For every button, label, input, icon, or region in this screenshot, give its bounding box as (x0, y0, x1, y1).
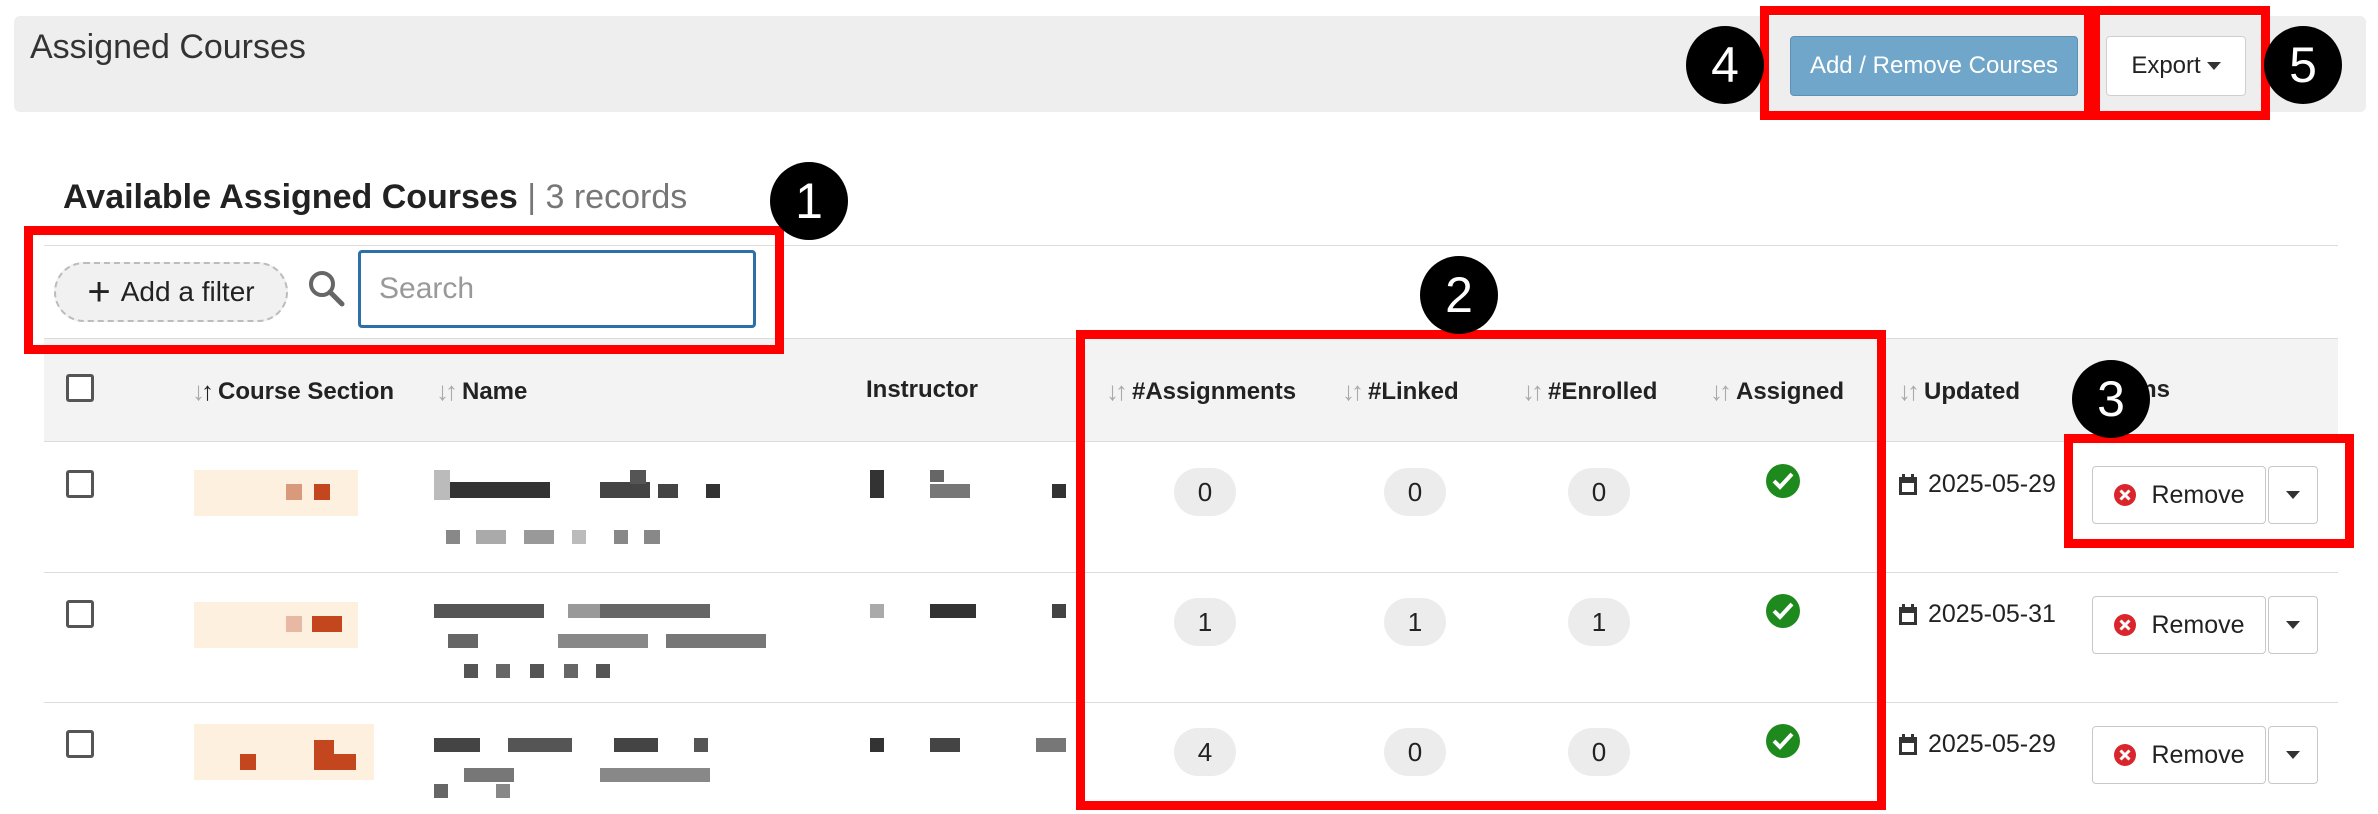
col-updated[interactable]: ↓↑ Updated (1898, 376, 2020, 407)
sort-arrows-icon: ↓↑ (192, 376, 214, 406)
annotation-number-3: 3 (2072, 360, 2150, 438)
calendar-icon (1899, 603, 1917, 625)
calendar-icon (1899, 733, 1917, 755)
course-section-redacted (194, 602, 358, 648)
record-count: 3 records (545, 178, 688, 216)
section-title-text: Available Assigned Courses (63, 178, 518, 216)
annotation-box-4 (1760, 6, 2100, 120)
remove-dropdown-button[interactable] (2268, 596, 2318, 654)
sort-arrows-icon: ↓↑ (1898, 376, 1920, 406)
row-checkbox[interactable] (66, 600, 94, 628)
annotation-box-5 (2084, 6, 2270, 120)
annotation-number-5: 5 (2264, 26, 2342, 104)
sort-arrows-icon: ↓↑ (436, 376, 458, 406)
col-instructor: Instructor (866, 376, 978, 404)
col-course-section[interactable]: ↓↑ Course Section (192, 376, 394, 407)
annotation-number-1: 1 (770, 162, 848, 240)
annotation-box-2 (1076, 330, 1886, 810)
course-section-redacted (194, 724, 374, 780)
remove-label: Remove (2151, 740, 2245, 769)
remove-dropdown-button[interactable] (2268, 726, 2318, 784)
row-checkbox[interactable] (66, 470, 94, 498)
remove-button[interactable]: Remove (2092, 596, 2266, 654)
updated-date: 2025-05-29 (1898, 730, 2056, 759)
annotation-number-2: 2 (1420, 256, 1498, 334)
remove-label: Remove (2151, 610, 2245, 639)
row-checkbox[interactable] (66, 730, 94, 758)
updated-date-text: 2025-05-29 (1928, 730, 2056, 758)
x-circle-icon (2114, 614, 2137, 636)
updated-date: 2025-05-29 (1898, 470, 2056, 499)
updated-date: 2025-05-31 (1898, 600, 2056, 629)
calendar-icon (1899, 473, 1917, 495)
col-instructor-label: Instructor (866, 376, 979, 403)
course-section-redacted (194, 470, 358, 516)
caret-down-icon (2286, 621, 2300, 629)
x-circle-icon (2114, 744, 2137, 766)
annotation-box-3 (2064, 434, 2354, 548)
annotation-box-1 (24, 226, 784, 354)
col-updated-label: Updated (1924, 377, 2020, 405)
section-separator: | (527, 178, 537, 216)
col-name-label: Name (462, 377, 528, 405)
col-course-section-label: Course Section (218, 377, 395, 405)
updated-date-text: 2025-05-31 (1928, 600, 2056, 628)
page-title: Assigned Courses (30, 28, 306, 66)
section-title: Available Assigned Courses | 3 records (63, 178, 687, 217)
caret-down-icon (2286, 751, 2300, 759)
updated-date-text: 2025-05-29 (1928, 470, 2056, 498)
col-name[interactable]: ↓↑ Name (436, 376, 527, 407)
annotation-number-4: 4 (1686, 26, 1764, 104)
select-all-checkbox[interactable] (66, 374, 94, 402)
remove-button[interactable]: Remove (2092, 726, 2266, 784)
